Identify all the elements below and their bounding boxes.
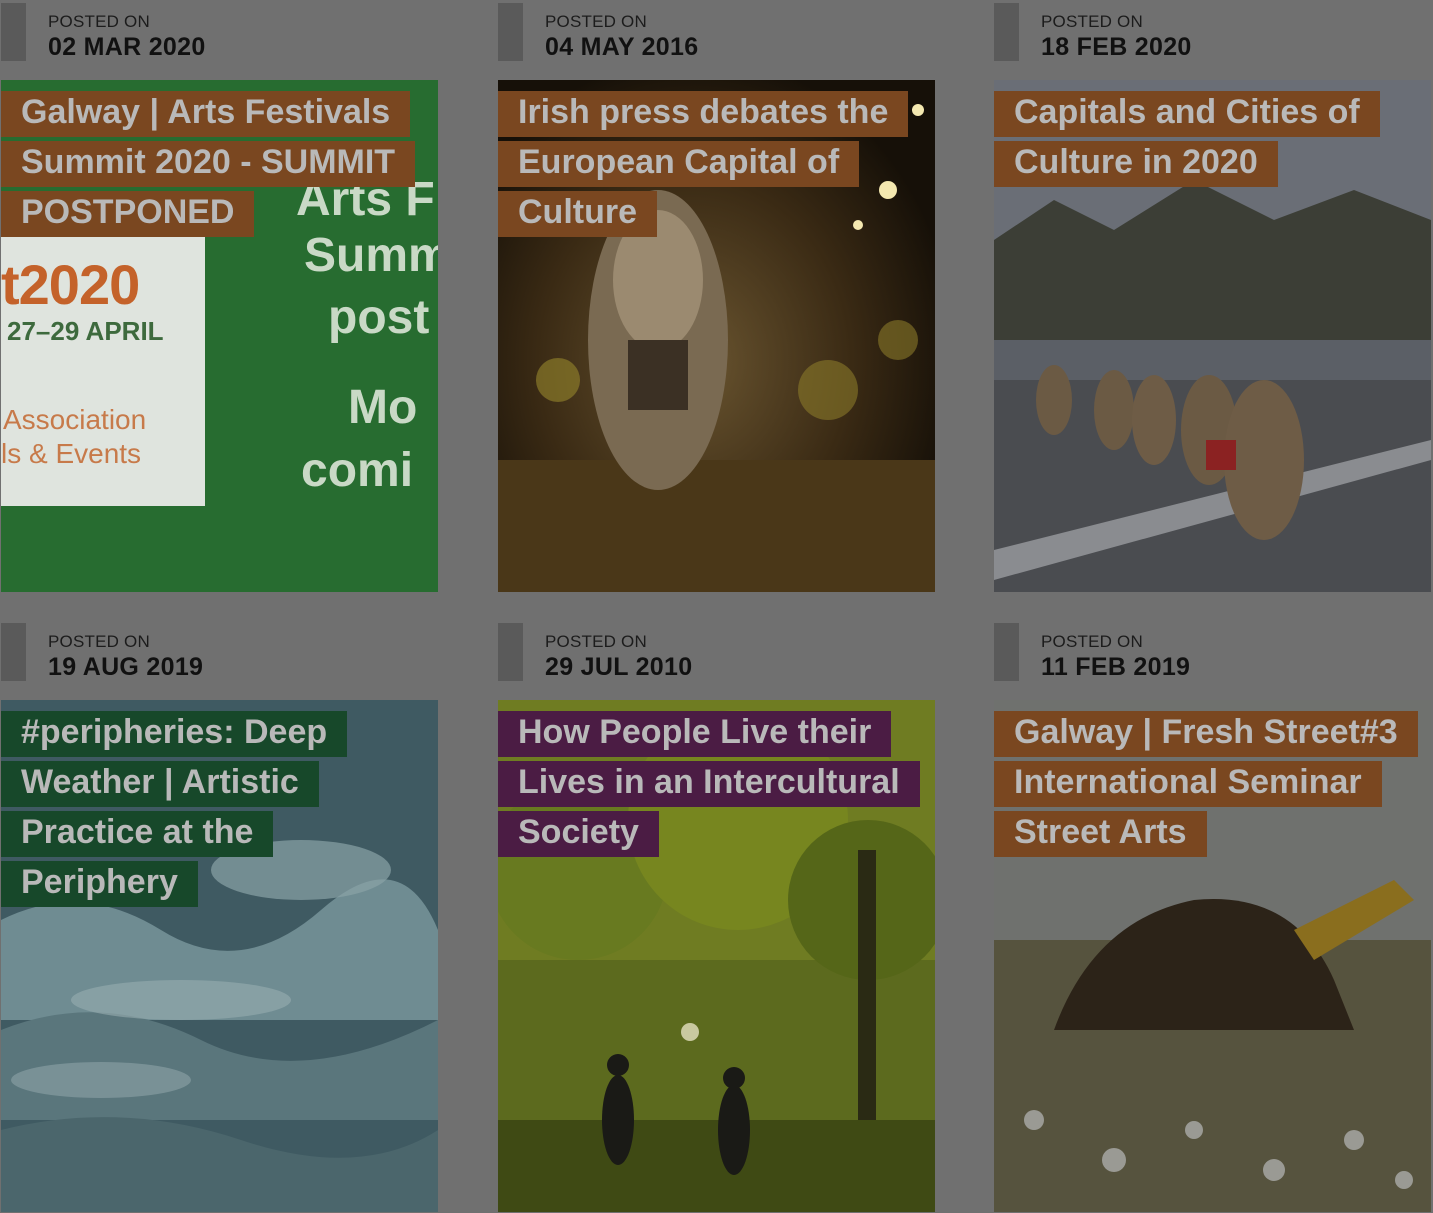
post-title[interactable]: Galway | Fresh Street#3 International Se… <box>994 707 1418 857</box>
post-title[interactable]: Irish press debates the European Capital… <box>498 87 918 237</box>
post-card[interactable]: POSTED ON 29 JUL 2010 How People Live th… <box>498 620 935 1212</box>
posted-on-label: POSTED ON <box>545 12 647 31</box>
post-thumbnail-link[interactable]: #peripheries: Deep Weather | Artistic Pr… <box>1 700 438 1212</box>
posted-on-label: POSTED ON <box>48 632 150 651</box>
post-date-block: POSTED ON 29 JUL 2010 <box>498 620 935 700</box>
post-thumbnail-link[interactable]: Irish press debates the European Capital… <box>498 80 935 592</box>
post-card[interactable]: POSTED ON 02 MAR 2020 t2020 27–29 APRIL … <box>1 0 438 592</box>
post-date-block: POSTED ON 11 FEB 2019 <box>994 620 1431 700</box>
posted-on-label: POSTED ON <box>48 12 150 31</box>
post-date: 02 MAR 2020 <box>48 33 206 61</box>
post-date: 04 MAY 2016 <box>545 33 699 61</box>
date-accent-bar <box>994 3 1019 61</box>
post-title-text[interactable]: #peripheries: Deep Weather | Artistic Pr… <box>1 711 348 907</box>
post-thumbnail-link[interactable]: Galway | Fresh Street#3 International Se… <box>994 700 1431 1212</box>
post-date-block: POSTED ON 18 FEB 2020 <box>994 0 1431 80</box>
poster-events: ls & Events <box>1 438 142 469</box>
posted-on-label: POSTED ON <box>1041 632 1143 651</box>
post-title[interactable]: How People Live their Lives in an Interc… <box>498 707 920 857</box>
date-accent-bar <box>1 3 26 61</box>
post-title[interactable]: Capitals and Cities of Culture in 2020 <box>994 87 1414 187</box>
date-accent-bar <box>994 623 1019 681</box>
poster-dates: 27–29 APRIL <box>7 316 164 346</box>
post-card[interactable]: POSTED ON 19 AUG 2019 #peripheries: Deep… <box>1 620 438 1212</box>
post-date-block: POSTED ON 04 MAY 2016 <box>498 0 935 80</box>
post-thumbnail-link[interactable]: t2020 27–29 APRIL Association ls & Event… <box>1 80 438 592</box>
post-title[interactable]: #peripheries: Deep Weather | Artistic Pr… <box>1 707 421 907</box>
post-date: 19 AUG 2019 <box>48 653 204 681</box>
date-accent-bar <box>498 3 523 61</box>
post-title-text[interactable]: Galway | Arts Festivals Summit 2020 - SU… <box>1 91 416 237</box>
post-date: 29 JUL 2010 <box>545 653 693 681</box>
posted-on-label: POSTED ON <box>1041 12 1143 31</box>
post-title-text[interactable]: Galway | Fresh Street#3 International Se… <box>994 711 1418 857</box>
date-accent-bar <box>1 623 26 681</box>
post-date-block: POSTED ON 02 MAR 2020 <box>1 0 438 80</box>
post-title[interactable]: Galway | Arts Festivals Summit 2020 - SU… <box>1 87 421 237</box>
post-date-block: POSTED ON 19 AUG 2019 <box>1 620 438 700</box>
poster-association: Association <box>3 404 147 435</box>
poster-right-line: comi <box>301 444 414 497</box>
poster-year: t2020 <box>1 253 140 316</box>
post-card[interactable]: POSTED ON 04 MAY 2016 Irish press debate… <box>498 0 935 592</box>
post-date: 11 FEB 2019 <box>1041 653 1191 681</box>
post-title-text[interactable]: Capitals and Cities of Culture in 2020 <box>994 91 1380 187</box>
post-date: 18 FEB 2020 <box>1041 33 1192 61</box>
posted-on-label: POSTED ON <box>545 632 647 651</box>
date-accent-bar <box>498 623 523 681</box>
post-thumbnail-link[interactable]: How People Live their Lives in an Interc… <box>498 700 935 1212</box>
post-card[interactable]: POSTED ON 18 FEB 2020 Capitals and Citie… <box>994 0 1431 592</box>
post-title-text[interactable]: Irish press debates the European Capital… <box>498 91 909 237</box>
poster-right-line: Mo <box>348 381 418 434</box>
post-thumbnail-link[interactable]: Capitals and Cities of Culture in 2020 <box>994 80 1431 592</box>
post-card[interactable]: POSTED ON 11 FEB 2019 Galway | Fresh Str… <box>994 620 1431 1212</box>
post-title-text[interactable]: How People Live their Lives in an Interc… <box>498 711 920 857</box>
poster-right-line: post <box>328 291 430 344</box>
